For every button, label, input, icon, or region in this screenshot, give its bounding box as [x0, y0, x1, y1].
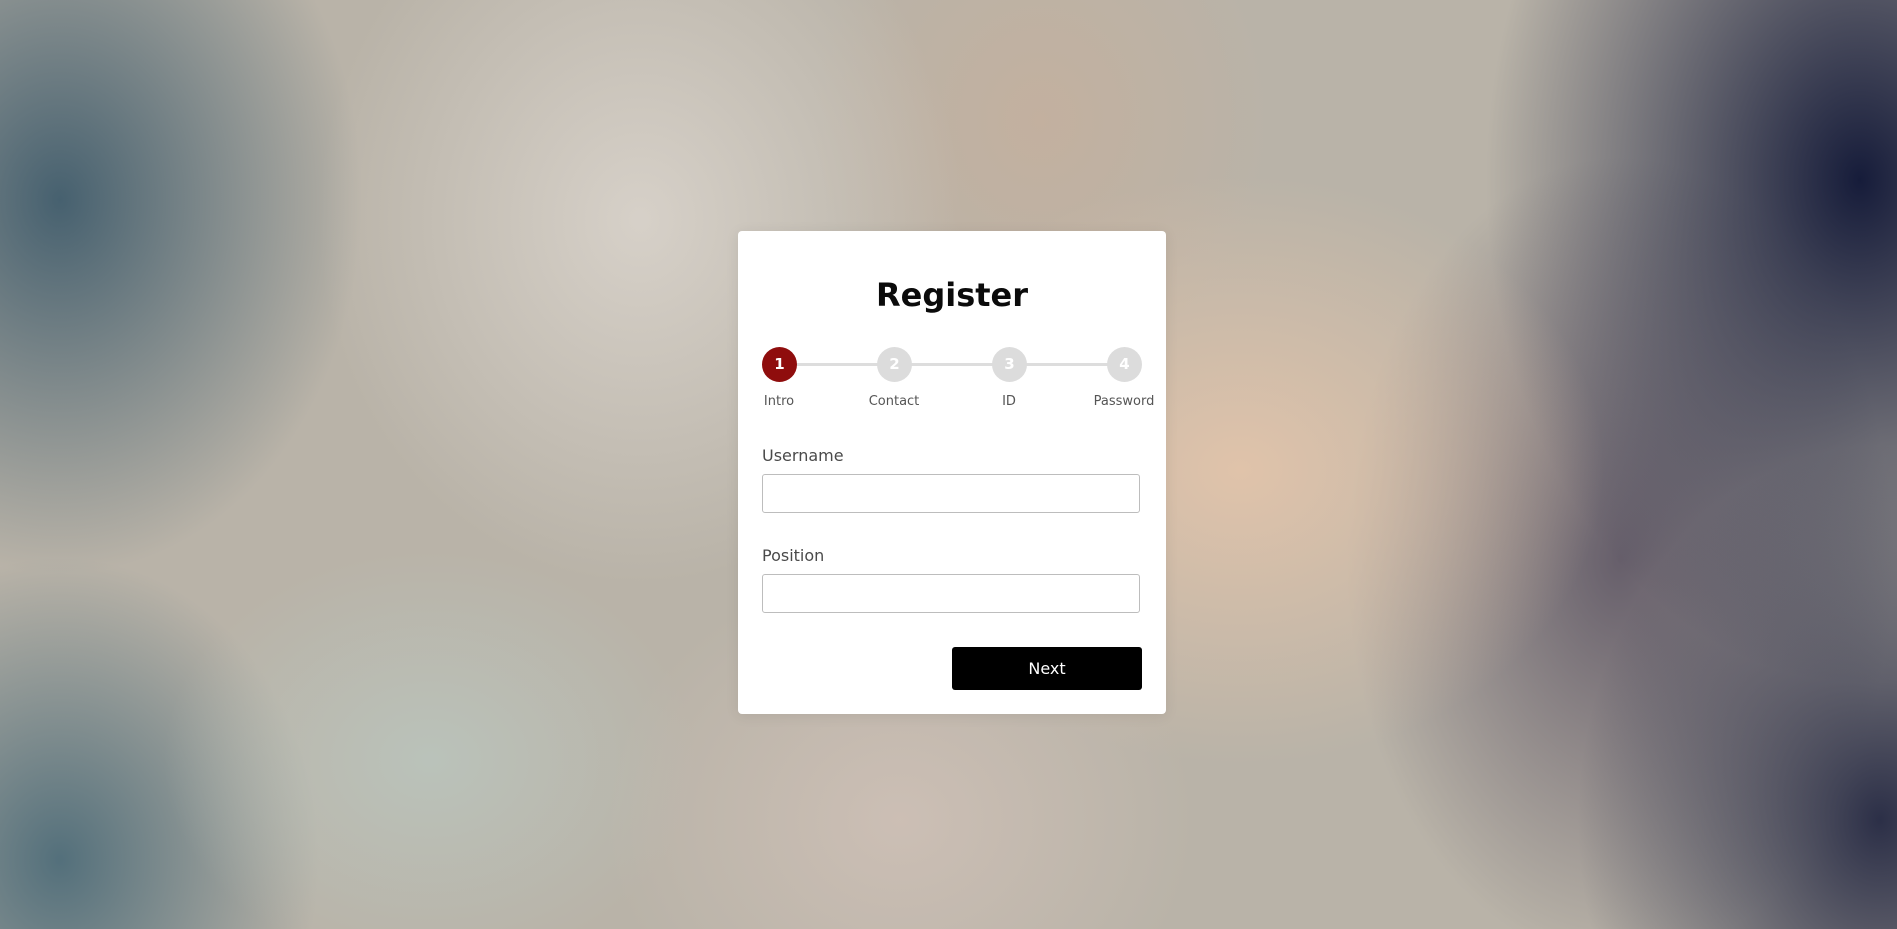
username-label: Username — [762, 446, 844, 465]
step-2-label: Contact — [868, 394, 920, 409]
step-1-circle[interactable]: 1 — [762, 347, 797, 382]
step-2-circle[interactable]: 2 — [877, 347, 912, 382]
step-3-circle[interactable]: 3 — [992, 347, 1027, 382]
step-3-label: ID — [1002, 394, 1016, 409]
stepper-track — [779, 363, 1124, 366]
next-button[interactable]: Next — [952, 647, 1142, 690]
step-1-label: Intro — [763, 394, 795, 409]
username-input[interactable] — [762, 474, 1140, 513]
register-card: Register 1 2 3 4 Intro Contact ID Passwo… — [738, 231, 1166, 714]
step-4-label: Password — [1093, 394, 1155, 409]
step-4-circle[interactable]: 4 — [1107, 347, 1142, 382]
position-label: Position — [762, 546, 825, 565]
position-input[interactable] — [762, 574, 1140, 613]
progress-stepper: 1 2 3 4 Intro Contact ID Password — [738, 231, 1166, 411]
